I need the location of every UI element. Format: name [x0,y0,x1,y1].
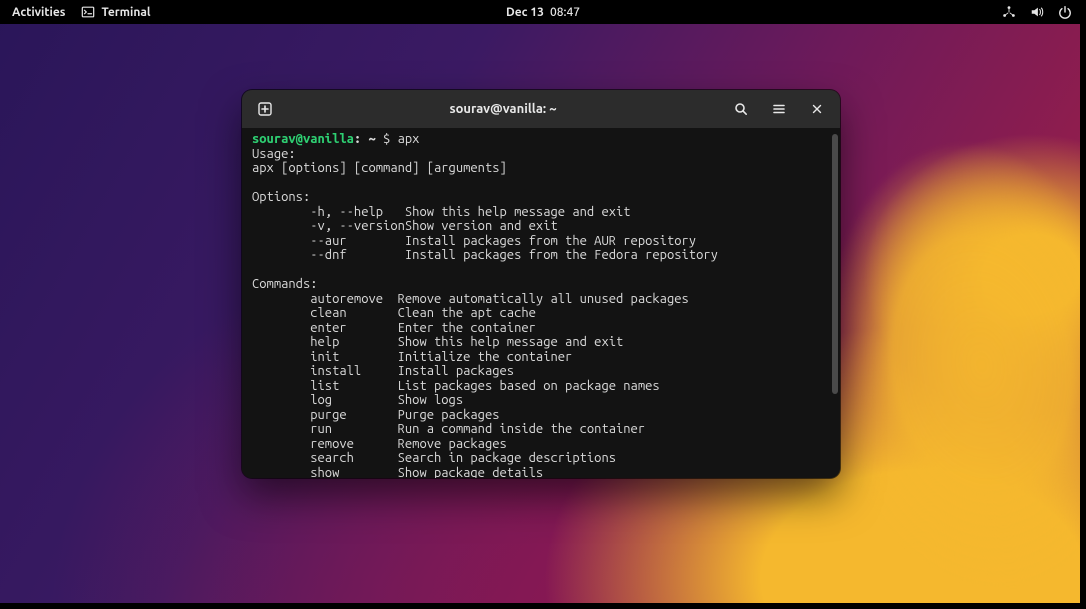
terminal-window: sourav@vanilla: ~ sourav@vanilla: ~ $ ap… [242,90,840,478]
active-app-name: Terminal [101,6,150,19]
window-titlebar[interactable]: sourav@vanilla: ~ [242,90,840,128]
close-button[interactable] [802,94,832,124]
window-title: sourav@vanilla: ~ [288,102,718,116]
scrollbar-thumb[interactable] [832,134,838,394]
activities-button[interactable]: Activities [12,6,65,19]
terminal-body[interactable]: sourav@vanilla: ~ $ apx Usage: apx [opti… [242,128,840,478]
gnome-top-bar: Activities Terminal Dec 13 08:47 [0,0,1086,24]
date-label: Dec 13 [506,6,544,19]
hamburger-menu-button[interactable] [764,94,794,124]
terminal-scrollbar[interactable] [830,128,840,478]
time-label: 08:47 [550,6,580,19]
search-button[interactable] [726,94,756,124]
terminal-output[interactable]: sourav@vanilla: ~ $ apx Usage: apx [opti… [242,128,830,478]
system-tray[interactable] [1002,5,1086,19]
frame-border [0,603,1086,609]
new-tab-button[interactable] [250,94,280,124]
volume-icon[interactable] [1030,5,1044,19]
terminal-icon [81,5,95,19]
frame-border [1080,0,1086,609]
network-icon[interactable] [1002,5,1016,19]
active-app-indicator[interactable]: Terminal [81,5,150,19]
power-icon[interactable] [1058,5,1072,19]
clock[interactable]: Dec 13 08:47 [506,6,580,19]
